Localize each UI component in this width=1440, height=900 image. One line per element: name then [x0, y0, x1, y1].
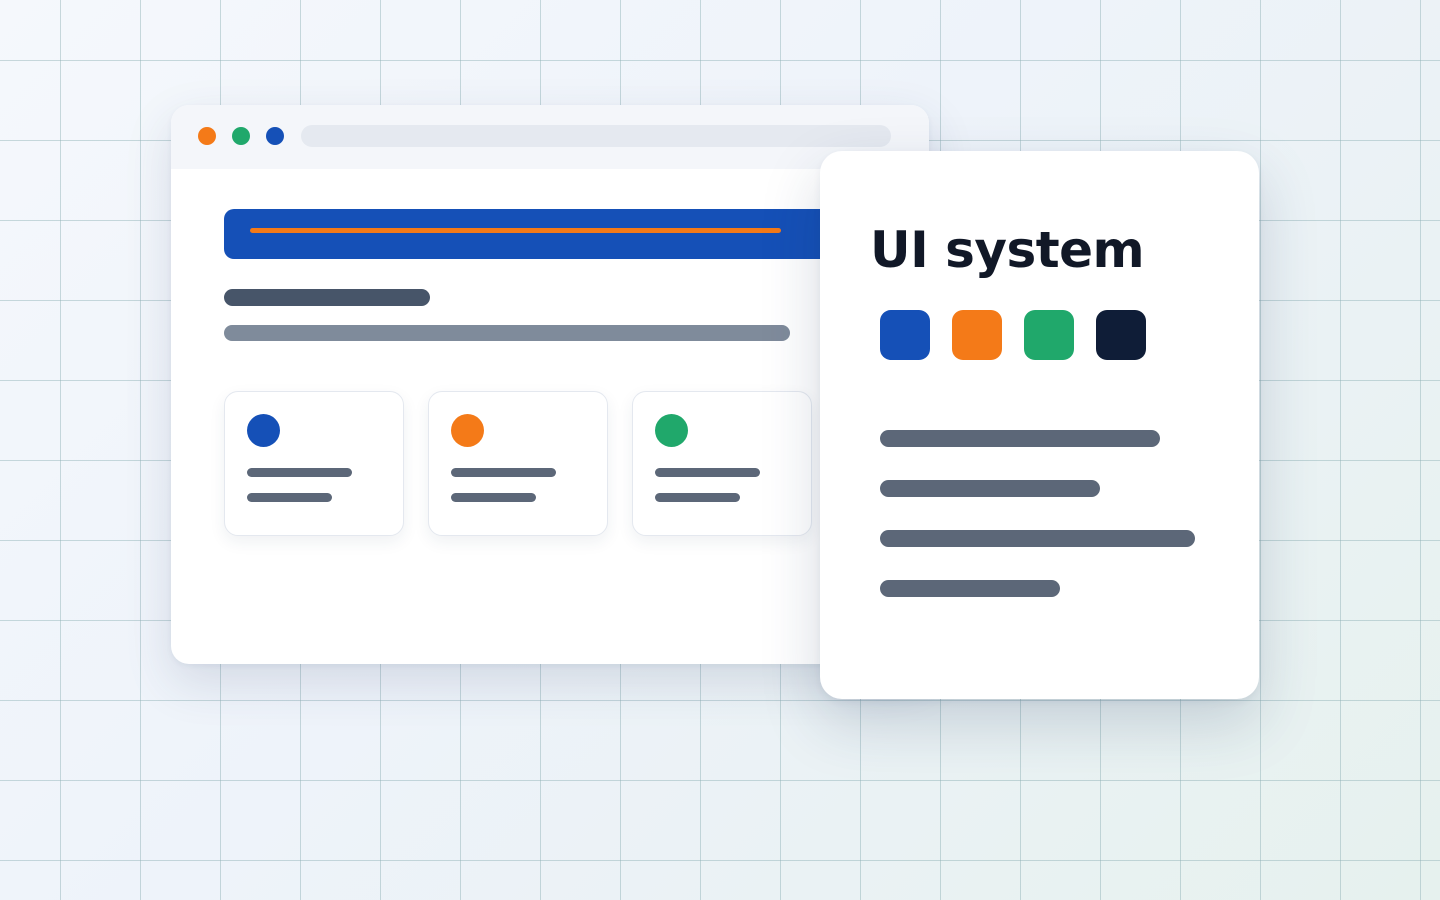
swatch-orange[interactable]: [952, 310, 1002, 360]
swatch-green[interactable]: [1024, 310, 1074, 360]
minimize-dot-icon[interactable]: [232, 127, 250, 145]
card-line: [655, 468, 760, 477]
hero-accent-line: [250, 228, 781, 233]
subheading-placeholder: [224, 325, 790, 341]
swatch-navy[interactable]: [1096, 310, 1146, 360]
card-blue[interactable]: [224, 391, 404, 536]
maximize-dot-icon[interactable]: [266, 127, 284, 145]
close-dot-icon[interactable]: [198, 127, 216, 145]
text-line-placeholder: [880, 530, 1195, 547]
card-line: [655, 493, 740, 502]
card-line: [451, 493, 536, 502]
card-green[interactable]: [632, 391, 812, 536]
browser-window: [171, 105, 929, 664]
text-line-placeholder: [880, 480, 1100, 497]
card-orange[interactable]: [428, 391, 608, 536]
address-bar[interactable]: [301, 125, 891, 147]
text-line-placeholder: [880, 580, 1060, 597]
ui-system-panel: UI system: [820, 151, 1259, 699]
swatch-blue[interactable]: [880, 310, 930, 360]
card-line: [247, 493, 332, 502]
card-line: [247, 468, 352, 477]
browser-toolbar: [171, 105, 929, 169]
orange-dot-icon: [451, 414, 484, 447]
text-line-placeholder: [880, 430, 1160, 447]
hero-banner: [224, 209, 864, 259]
green-dot-icon: [655, 414, 688, 447]
panel-title: UI system: [870, 221, 1145, 279]
heading-placeholder: [224, 289, 430, 306]
blue-dot-icon: [247, 414, 280, 447]
card-line: [451, 468, 556, 477]
